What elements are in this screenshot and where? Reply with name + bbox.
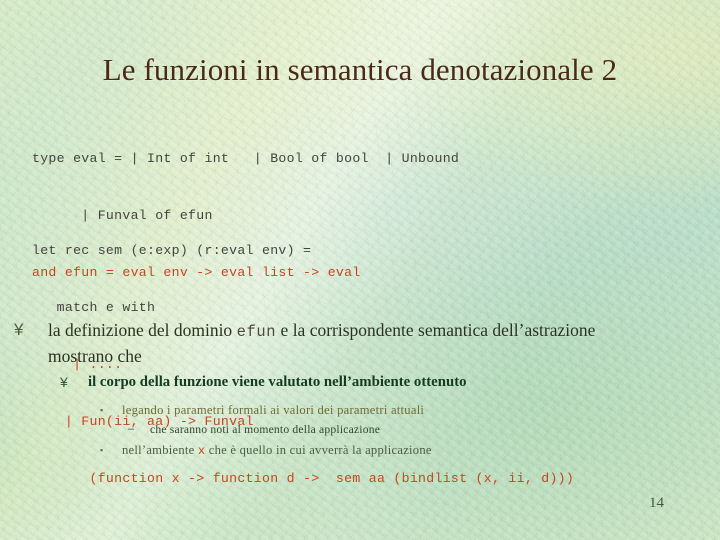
bullet-level3-first: ▪ legando i parametri formali ai valori … [100, 401, 620, 419]
bullet-level2: ¥ il corpo della funzione viene valutato… [60, 372, 640, 393]
bullet-level3-second: ▪ nell’ambiente x che è quello in cui av… [100, 441, 620, 460]
code-line: type eval = | Int of int | Bool of bool … [32, 151, 460, 166]
inline-code-efun: efun [236, 323, 277, 341]
yen-bullet-icon: ¥ [14, 320, 24, 339]
presentation-slide: Le funzioni in semantica denotazionale 2… [0, 0, 720, 540]
bullet-level3-second-text-before: nell’ambiente [122, 443, 198, 457]
dash-bullet-icon: – [128, 423, 135, 435]
page-title: Le funzioni in semantica denotazionale 2 [102, 52, 618, 87]
bullet-level3-second-text-after: che è quello in cui avverrà la applicazi… [205, 443, 432, 457]
bullet-level4-text: che saranno noti al momento della applic… [150, 423, 381, 436]
code-line: match e with [32, 300, 156, 315]
bullet-level1-text: la definizione del dominio efun e la cor… [48, 318, 654, 368]
square-bullet-icon: ▪ [100, 405, 104, 415]
code-line: let rec sem (e:exp) (r:eval env) = [32, 243, 312, 258]
bullet-level1: ¥ la definizione del dominio efun e la c… [14, 318, 654, 368]
bullet-level4: – che saranno noti al momento della appl… [128, 421, 608, 438]
bullet-level3-second-text: nell’ambiente x che è quello in cui avve… [122, 441, 620, 460]
square-bullet-icon: ▪ [100, 445, 104, 455]
bullet-level1-text-before: la definizione del dominio [48, 320, 237, 340]
code-line: (function x -> function d -> sem aa (bin… [32, 471, 575, 486]
bullet-level3-first-text: legando i parametri formali ai valori de… [122, 403, 425, 417]
page-number: 14 [649, 495, 664, 511]
yen-bullet-icon: ¥ [60, 374, 68, 390]
bullet-level2-text: il corpo della funzione viene valutato n… [88, 374, 467, 390]
slide-content: Le funzioni in semantica denotazionale 2… [0, 0, 720, 540]
